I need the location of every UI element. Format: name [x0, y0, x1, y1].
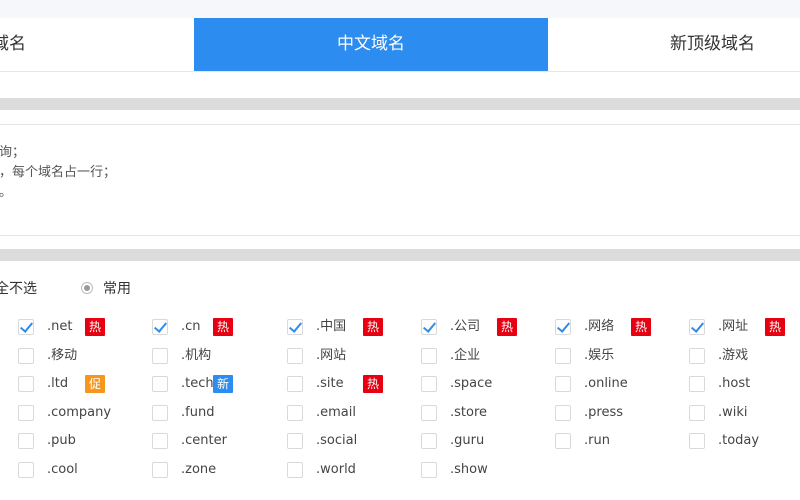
hot-badge: 热 — [363, 318, 383, 336]
domain-checkbox[interactable] — [421, 319, 437, 335]
domain-label: .pub — [47, 433, 76, 448]
domain-label: .fund — [181, 404, 215, 420]
domain-label: .net — [47, 319, 73, 334]
section-divider — [0, 98, 800, 110]
section-divider — [0, 249, 800, 261]
tab-domain[interactable]: 文域名 — [0, 18, 26, 71]
domain-checkbox[interactable] — [555, 376, 571, 392]
domain-row: .pub .center .social .guru .run .today — [0, 426, 800, 455]
select-none-option[interactable]: 全不选 — [0, 279, 37, 299]
domain-label: .guru — [450, 433, 485, 448]
common-option[interactable]: 常用 — [81, 279, 131, 299]
domain-checkbox[interactable] — [152, 433, 168, 449]
domain-suffix-grid: .net 热 .cn 热 .中国热 .公司热 .网络热 .网址热 .移动 .机构 .网站 .企业 .娱乐… — [0, 312, 800, 483]
domain-label: .ltd — [47, 376, 69, 391]
domain-checkbox[interactable] — [555, 404, 571, 421]
domain-checkbox[interactable] — [287, 376, 303, 392]
domain-checkbox[interactable] — [18, 461, 34, 478]
tab-chinese-domain[interactable]: 中文域名 — [194, 18, 548, 71]
domain-checkbox[interactable] — [689, 376, 705, 392]
domain-row: .ltd 促 .tech 新 .site 热 .space .online .host — [0, 369, 800, 398]
domain-checkbox[interactable] — [689, 319, 705, 335]
domain-input-area[interactable]: 查询； 隔，每个域名占一行； 缀。 — [0, 124, 800, 236]
domain-row: .net 热 .cn 热 .中国 热 .公司 热 .网络 热 .网址 热 — [0, 312, 800, 341]
hot-badge: 热 — [363, 375, 383, 393]
domain-checkbox[interactable] — [18, 404, 34, 421]
domain-label: .cn — [181, 319, 201, 334]
hot-badge: 热 — [497, 318, 517, 336]
domain-checkbox[interactable] — [421, 461, 437, 478]
domain-label: .email — [316, 404, 356, 420]
domain-checkbox[interactable] — [18, 376, 34, 392]
domain-label: .网站 — [316, 347, 347, 363]
domain-label: .中国 — [316, 319, 347, 334]
domain-checkbox[interactable] — [287, 461, 303, 478]
domain-checkbox[interactable] — [555, 347, 571, 364]
domain-label: .run — [584, 433, 610, 448]
domain-label: .company — [47, 404, 112, 420]
domain-checkbox[interactable] — [555, 433, 571, 449]
domain-checkbox[interactable] — [421, 404, 437, 421]
common-option-label: 常用 — [103, 281, 131, 297]
domain-label: .移动 — [47, 347, 78, 363]
domain-label: .site — [316, 376, 344, 391]
domain-checkbox[interactable] — [287, 347, 303, 364]
hot-badge: 热 — [765, 318, 785, 336]
domain-label: .host — [718, 376, 751, 391]
domain-label: .娱乐 — [584, 347, 615, 363]
domain-label: .press — [584, 404, 623, 420]
domain-label: .today — [718, 433, 760, 448]
domain-checkbox[interactable] — [287, 433, 303, 449]
hot-badge: 热 — [85, 318, 105, 336]
domain-label: .social — [316, 433, 358, 448]
domain-checkbox[interactable] — [18, 319, 34, 335]
promo-badge: 促 — [85, 375, 105, 393]
domain-checkbox[interactable] — [152, 319, 168, 335]
domain-row: .移动 .机构 .网站 .企业 .娱乐 .游戏 — [0, 341, 800, 370]
domain-label: .机构 — [181, 347, 212, 363]
domain-checkbox[interactable] — [152, 461, 168, 478]
domain-checkbox[interactable] — [421, 347, 437, 364]
domain-label: .公司 — [450, 319, 481, 334]
domain-label: .center — [181, 433, 227, 448]
domain-checkbox[interactable] — [152, 404, 168, 421]
domain-checkbox[interactable] — [152, 347, 168, 364]
domain-checkbox[interactable] — [18, 433, 34, 449]
domain-type-tabs: 文域名 中文域名 新顶级域名 — [0, 18, 800, 72]
domain-label: .游戏 — [718, 347, 749, 363]
hint-line: 查询； — [0, 145, 26, 160]
domain-checkbox[interactable] — [555, 319, 571, 335]
domain-checkbox[interactable] — [18, 347, 34, 364]
domain-label: .cool — [47, 461, 78, 477]
domain-checkbox[interactable] — [287, 404, 303, 421]
domain-checkbox[interactable] — [421, 433, 437, 449]
hot-badge: 热 — [631, 318, 651, 336]
domain-label: .online — [584, 376, 628, 391]
radio-icon[interactable] — [81, 282, 93, 294]
domain-checkbox[interactable] — [287, 319, 303, 335]
domain-label: .网络 — [584, 319, 615, 334]
domain-checkbox[interactable] — [689, 433, 705, 449]
top-strip — [0, 0, 800, 18]
hint-line: 隔，每个域名占一行； — [0, 165, 117, 180]
domain-checkbox[interactable] — [689, 347, 705, 364]
new-badge: 新 — [213, 375, 233, 393]
domain-label: .store — [450, 404, 488, 420]
domain-label: .tech — [181, 376, 214, 391]
domain-label: .企业 — [450, 347, 481, 363]
domain-label: .world — [316, 461, 356, 477]
domain-checkbox[interactable] — [152, 376, 168, 392]
hint-line: 缀。 — [0, 185, 13, 200]
domain-checkbox[interactable] — [689, 404, 705, 421]
domain-label: .show — [450, 461, 488, 477]
domain-checkbox[interactable] — [421, 376, 437, 392]
domain-row: .cool .zone .world .show — [0, 455, 800, 484]
domain-label: .zone — [181, 461, 217, 477]
domain-label: .网址 — [718, 319, 749, 334]
tab-new-tld[interactable]: 新顶级域名 — [670, 18, 755, 71]
domain-row: .company .fund .email .store .press .wiki — [0, 398, 800, 427]
hot-badge: 热 — [213, 318, 233, 336]
domain-label: .space — [450, 376, 493, 391]
domain-label: .wiki — [718, 404, 748, 420]
